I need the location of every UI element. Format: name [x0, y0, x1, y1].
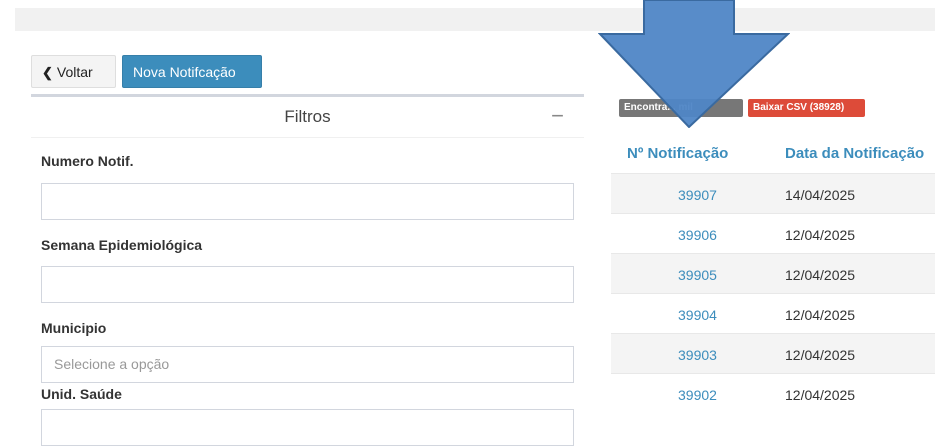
notification-date: 12/04/2025 [785, 387, 856, 403]
notification-date: 12/04/2025 [785, 307, 856, 323]
semana-label: Semana Epidemiológica [41, 237, 203, 253]
column-header-id[interactable]: Nº Notificação [627, 145, 728, 162]
notification-id-link[interactable]: 39904 [678, 307, 717, 323]
notification-id-link[interactable]: 39902 [678, 387, 717, 403]
filters-header[interactable]: Filtros − [31, 97, 584, 138]
numero-notif-label: Numero Notif. [41, 153, 134, 169]
municipio-select[interactable]: Selecione a opção [41, 346, 574, 383]
table-row: 39903 12/04/2025 [611, 333, 935, 374]
down-arrow-annotation [598, 0, 790, 128]
table-row: 39907 14/04/2025 [611, 173, 935, 214]
table-row: 39905 12/04/2025 [611, 253, 935, 294]
semana-input[interactable] [41, 266, 574, 303]
minus-icon[interactable]: − [551, 103, 564, 129]
municipio-label: Municipio [41, 320, 107, 336]
notification-date: 14/04/2025 [785, 187, 856, 203]
filters-title: Filtros [284, 107, 331, 126]
unid-saude-select[interactable] [41, 409, 574, 446]
filters-panel: Filtros − Numero Notif. Semana Epidemiol… [31, 94, 584, 446]
chevron-left-icon: ❮ [42, 65, 53, 80]
notification-date: 12/04/2025 [785, 227, 856, 243]
notification-id-link[interactable]: 39905 [678, 267, 717, 283]
notification-date: 12/04/2025 [785, 347, 856, 363]
table-row: 39902 12/04/2025 [611, 373, 935, 414]
column-header-date[interactable]: Data da Notificação [785, 145, 924, 162]
new-notification-button[interactable]: Nova Notifcação [122, 55, 262, 88]
numero-notif-input[interactable] [41, 183, 574, 220]
back-button-label: Voltar [56, 64, 93, 80]
top-bar [15, 8, 935, 31]
notification-id-link[interactable]: 39907 [678, 187, 717, 203]
notification-date: 12/04/2025 [785, 267, 856, 283]
notification-id-link[interactable]: 39906 [678, 227, 717, 243]
notification-id-link[interactable]: 39903 [678, 347, 717, 363]
back-button[interactable]: ❮ Voltar [31, 55, 116, 88]
unid-saude-label: Unid. Saúde [41, 386, 122, 402]
table-row: 39906 12/04/2025 [611, 213, 935, 254]
table-row: 39904 12/04/2025 [611, 293, 935, 334]
